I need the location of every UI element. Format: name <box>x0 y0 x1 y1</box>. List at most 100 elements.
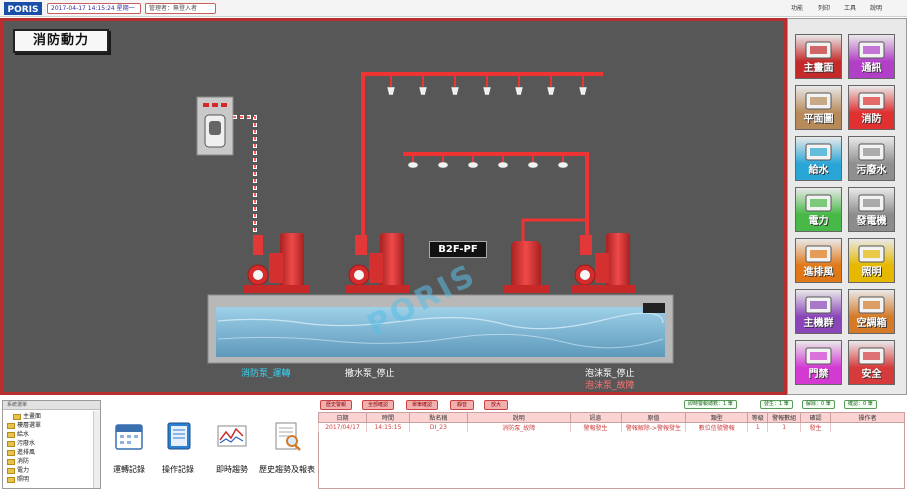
nav-button-10[interactable]: 主機群 <box>795 289 842 334</box>
nav-button-5[interactable]: 污廢水 <box>848 136 895 181</box>
notebook-icon <box>167 422 191 450</box>
page-title: 消防動力 <box>13 29 109 53</box>
folder-icon <box>7 449 15 456</box>
tree-item[interactable]: 污廢水 <box>7 439 35 448</box>
tree-item-label: 電力 <box>17 467 30 474</box>
realtime-trend-label: 即時趨勢 <box>216 465 248 474</box>
menu-help[interactable]: 說明 <box>870 3 882 12</box>
realtime-trend-button[interactable]: 即時趨勢 <box>202 418 262 488</box>
tree-item[interactable]: 給水 <box>7 430 29 439</box>
zoom-button[interactable]: 放大 <box>484 400 508 410</box>
security-icon <box>858 347 885 365</box>
ack-single-button[interactable]: 單筆確認 <box>406 400 438 410</box>
menu-print[interactable]: 列印 <box>818 3 830 12</box>
alarm-cell: 14:15:15 <box>365 422 410 432</box>
nav-button-11[interactable]: 空調箱 <box>848 289 895 334</box>
nav-button-label: 平面圖 <box>803 114 834 125</box>
scada-view: 消防動力 B2F-PF PORIS 消防泵_運轉 撒水泵_停止 泡沫泵_停止 泡… <box>0 18 787 395</box>
nav-button-6[interactable]: 電力 <box>795 187 842 232</box>
foam-tank <box>503 241 549 293</box>
svg-text:PORIS: PORIS <box>7 5 38 15</box>
floor-label: B2F-PF <box>429 241 487 258</box>
chiller-icon <box>805 296 832 314</box>
alarm-clear-count: 解除：0 筆 <box>802 400 835 409</box>
menu-tools[interactable]: 工具 <box>844 3 856 12</box>
ahu-icon <box>858 296 885 314</box>
alarm-column-header[interactable]: 類型 <box>685 412 749 423</box>
nav-button-9[interactable]: 照明 <box>848 238 895 283</box>
alarm-panel: 歷史警報 全部確認 單筆確認 靜音 放大 即時警報總數：1 筆 發生：1 筆 解… <box>318 399 905 490</box>
nav-button-7[interactable]: 發電機 <box>848 187 895 232</box>
sewage-icon <box>858 143 885 161</box>
alarm-column-header[interactable]: 時間 <box>365 412 410 423</box>
folder-icon <box>13 413 21 420</box>
generator-icon <box>858 194 885 212</box>
tree-item[interactable]: 照明 <box>7 475 29 484</box>
nav-button-13[interactable]: 安全 <box>848 340 895 385</box>
folder-icon <box>7 431 15 438</box>
tree-item-label: 主畫面 <box>23 413 42 420</box>
tree-item[interactable]: 電力 <box>7 466 29 475</box>
nav-button-12[interactable]: 門禁 <box>795 340 842 385</box>
history-trend-report-button[interactable]: 歷史趨勢及報表 <box>257 418 317 488</box>
main-screen-icon <box>805 41 832 59</box>
status-sprinkler-pump: 撒水泵_停止 <box>345 369 395 379</box>
alarm-column-header[interactable]: 確認 <box>800 412 832 423</box>
tree-item[interactable]: 主畫面 <box>13 412 41 421</box>
mute-button[interactable]: 靜音 <box>450 400 474 410</box>
menu-function[interactable]: 功能 <box>791 3 803 12</box>
trend-chart-icon <box>217 425 247 447</box>
power-icon <box>805 194 832 212</box>
alarm-column-header[interactable]: 操作者 <box>830 412 905 423</box>
water-supply-icon <box>805 143 832 161</box>
nav-button-label: 污廢水 <box>856 165 887 176</box>
nav-button-4[interactable]: 給水 <box>795 136 842 181</box>
nav-button-8[interactable]: 進排風 <box>795 238 842 283</box>
alarm-column-header[interactable]: 原值 <box>620 412 687 423</box>
history-trend-report-label: 歷史趨勢及報表 <box>259 465 315 474</box>
nav-button-1[interactable]: 通訊 <box>848 34 895 79</box>
alarm-column-header[interactable]: 說明 <box>466 412 571 423</box>
nav-button-0[interactable]: 主畫面 <box>795 34 842 79</box>
alarm-column-header[interactable]: 日期 <box>318 412 367 423</box>
alarm-cell: 消防泵_故障 <box>466 422 571 432</box>
top-bar: PORIS 2017-04-17 14:15:24 星期一 管理者：無登入者 功… <box>0 0 907 17</box>
sprinkler-pump <box>345 233 409 293</box>
fire-hydrant-icon <box>858 92 885 110</box>
system-tree[interactable]: 系統選單 主畫面 樓層選單 給水 污廢水 進排風 消防 電力 照明 <box>2 400 101 489</box>
action-log-label: 操作記錄 <box>162 465 194 474</box>
history-alarm-button[interactable]: 歷史警報 <box>320 400 352 410</box>
alarm-column-header[interactable]: 等級 <box>747 412 769 423</box>
folder-icon <box>7 467 15 474</box>
action-log-button[interactable]: 操作記錄 <box>148 418 208 488</box>
alarm-column-header[interactable]: 訊息 <box>569 412 622 423</box>
nav-button-2[interactable]: 平面圖 <box>795 85 842 130</box>
nav-button-label: 主畫面 <box>803 63 834 74</box>
tree-item[interactable]: 進排風 <box>7 448 35 457</box>
alarm-cell: 1 <box>747 422 768 432</box>
floor-plan-icon <box>805 92 832 110</box>
nav-button-label: 照明 <box>861 267 882 278</box>
nav-button-label: 進排風 <box>803 267 834 278</box>
ack-all-button[interactable]: 全部確認 <box>362 400 394 410</box>
nav-button-3[interactable]: 消防 <box>848 85 895 130</box>
tree-item[interactable]: 消防 <box>7 457 29 466</box>
tree-item-label: 照明 <box>17 476 30 483</box>
tree-item[interactable]: 樓層選單 <box>7 421 41 430</box>
alarm-column-header[interactable]: 警報數組 <box>767 412 802 423</box>
tree-item-label: 給水 <box>17 431 30 438</box>
navigation-panel: 主畫面 通訊平面圖 消防 給水 污廢水電力 發電機進排風 照明主機群 空調箱 門禁 安全 <box>787 18 907 395</box>
alarm-cell: 發生 <box>800 422 831 432</box>
alarm-row[interactable]: 2017/04/17 14:15:15 DI_23 消防泵_故障 警報發生 警報解除->警… <box>318 422 905 432</box>
folder-icon <box>7 422 15 429</box>
tree-item-label: 進排風 <box>17 449 36 456</box>
alarm-column-header[interactable]: 點名稱 <box>408 412 468 423</box>
alarm-cell: 數位信號警報 <box>685 422 748 432</box>
tree-item-label: 消防 <box>17 458 30 465</box>
communication-icon <box>858 41 885 59</box>
datetime-display: 2017-04-17 14:15:24 星期一 <box>47 3 141 14</box>
ventilation-icon <box>805 245 832 263</box>
alarm-occur-count: 發生：1 筆 <box>760 400 793 409</box>
sprinkler-pipe-upper <box>361 72 603 249</box>
report-search-icon <box>275 422 301 451</box>
